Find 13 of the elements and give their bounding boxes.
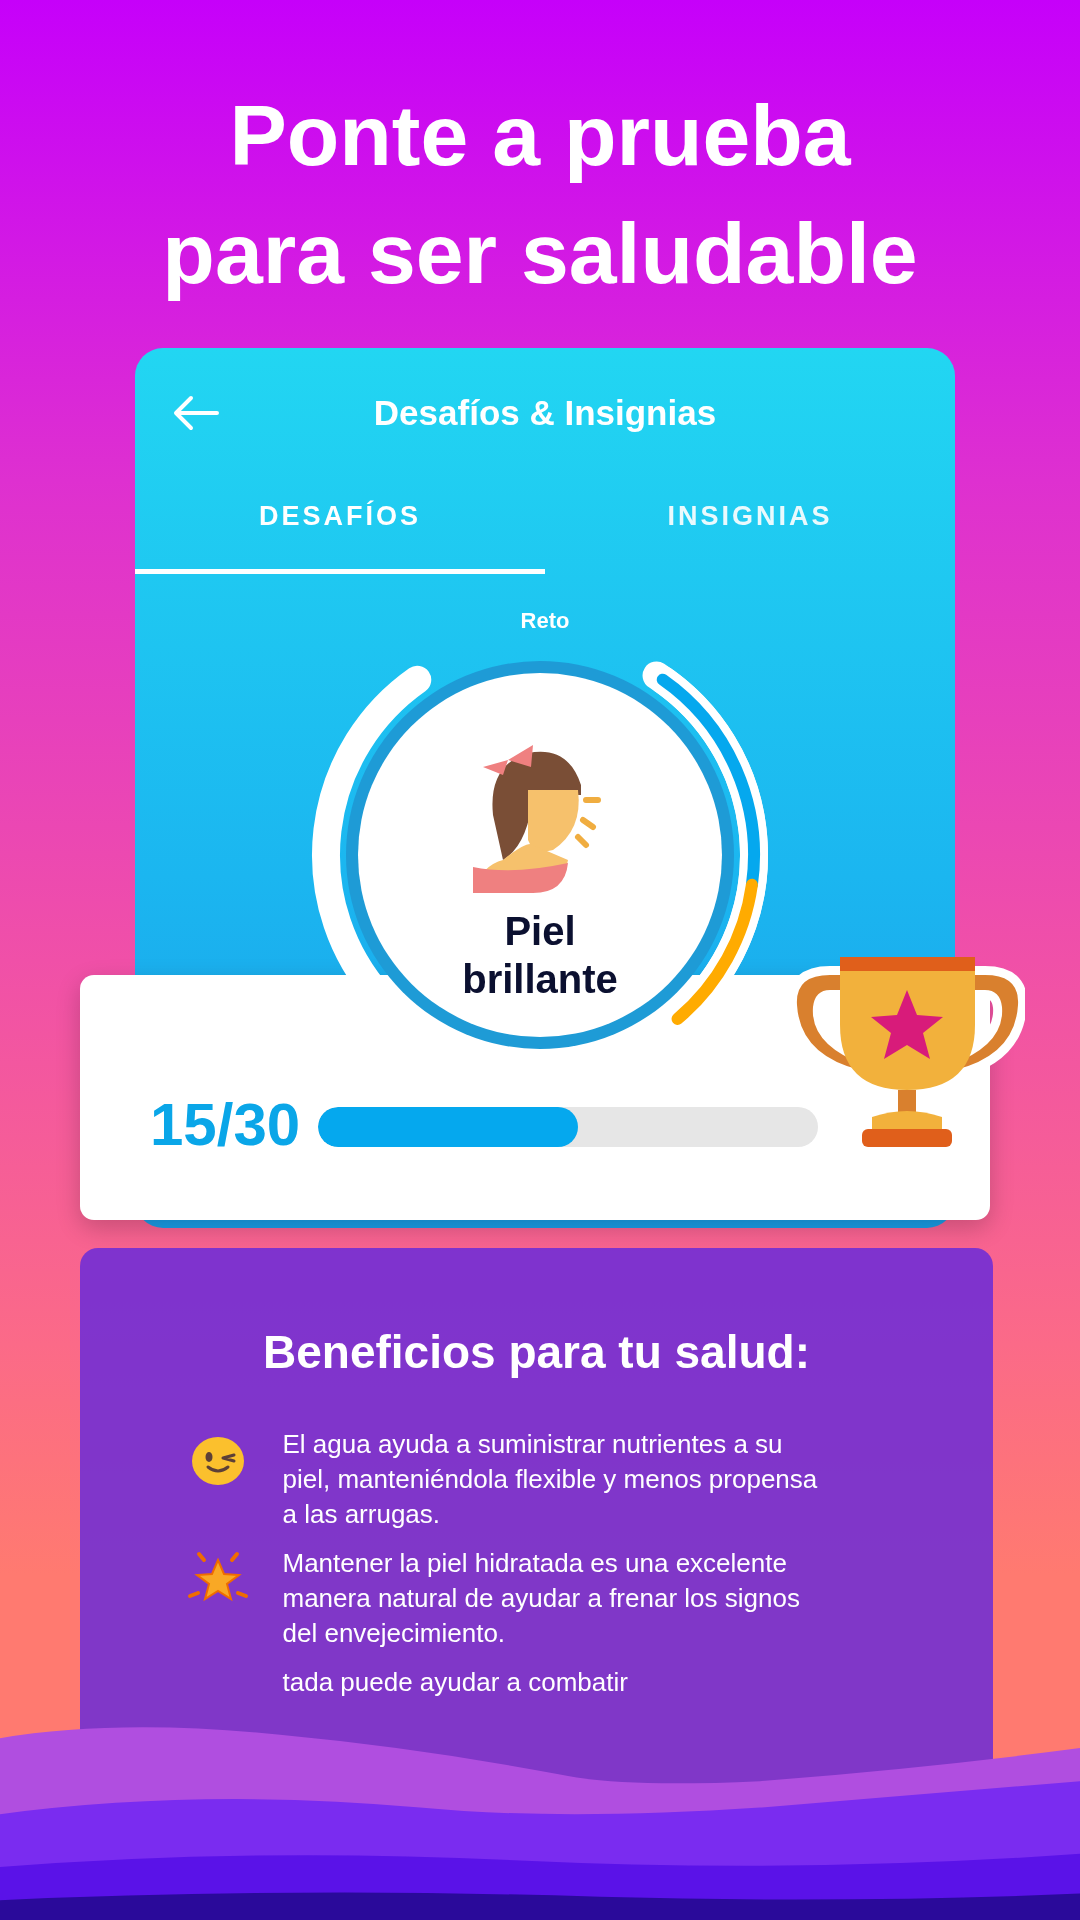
challenge-caption: Reto <box>520 607 570 635</box>
benefit-text: tada puede ayudar a combatir <box>282 1666 629 1699</box>
headline: para ser saludable <box>162 204 918 303</box>
progress-count: 15/30 <box>150 1095 301 1155</box>
tab[interactable]: DESAFÍOS <box>135 478 545 574</box>
headline: Ponte a prueba <box>229 86 851 185</box>
benefit-text: Mantener la piel hidratada es una excelente manera natural de ayudar a frenar los signos del envejecimiento. <box>282 1547 801 1650</box>
back-arrow-icon[interactable] <box>173 395 219 431</box>
challenge-name: Piel brillante <box>461 908 619 1003</box>
screen-title: Desafíos & Insignias <box>372 391 718 434</box>
benefits-title: Beneficios para tu salud: <box>263 1325 810 1380</box>
tab[interactable]: INSIGNIAS <box>545 478 955 574</box>
benefit-text: El agua ayuda a suministrar nutrientes a su piel, manteniéndola flexible y menos propensa a las arrugas. <box>282 1428 819 1531</box>
